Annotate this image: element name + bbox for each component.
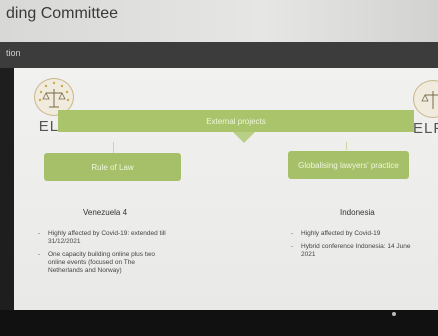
meeting-toolbar <box>0 42 438 68</box>
list-item: Highly affected by Covid-19 <box>291 230 413 238</box>
window-title: ding Committee <box>6 5 119 22</box>
connector-line-right <box>346 142 347 150</box>
globalising-lawyers-box: Globalising lawyers' practice <box>288 151 409 179</box>
list-item: Hybrid conference Indonesia: 14 June 202… <box>291 243 413 259</box>
elf-logo-right: ELF <box>413 80 438 137</box>
pill-label: Rule of Law <box>91 162 134 172</box>
down-arrow-icon <box>233 132 255 143</box>
banner-label: External projects <box>206 116 266 126</box>
bottom-bar <box>0 310 438 336</box>
list-item: One capacity building online plus two on… <box>38 251 168 275</box>
pointer-dot <box>392 312 396 316</box>
bullet-list-right: Highly affected by Covid-19 Hybrid confe… <box>291 230 413 264</box>
project-heading-left: Venezuela 4 <box>83 208 128 217</box>
logo-text: ELF <box>413 120 438 137</box>
toolbar-label: tion <box>6 48 21 58</box>
rule-of-law-box: Rule of Law <box>44 153 181 181</box>
external-projects-banner: External projects <box>58 110 414 132</box>
project-heading-right: Indonesia <box>340 208 375 217</box>
side-strip <box>0 68 14 336</box>
scales-icon <box>413 80 438 118</box>
bullet-list-left: Highly affected by Covid-19: extended ti… <box>38 230 168 280</box>
list-item: Highly affected by Covid-19: extended ti… <box>38 230 168 246</box>
pill-label: Globalising lawyers' practice <box>298 160 399 170</box>
